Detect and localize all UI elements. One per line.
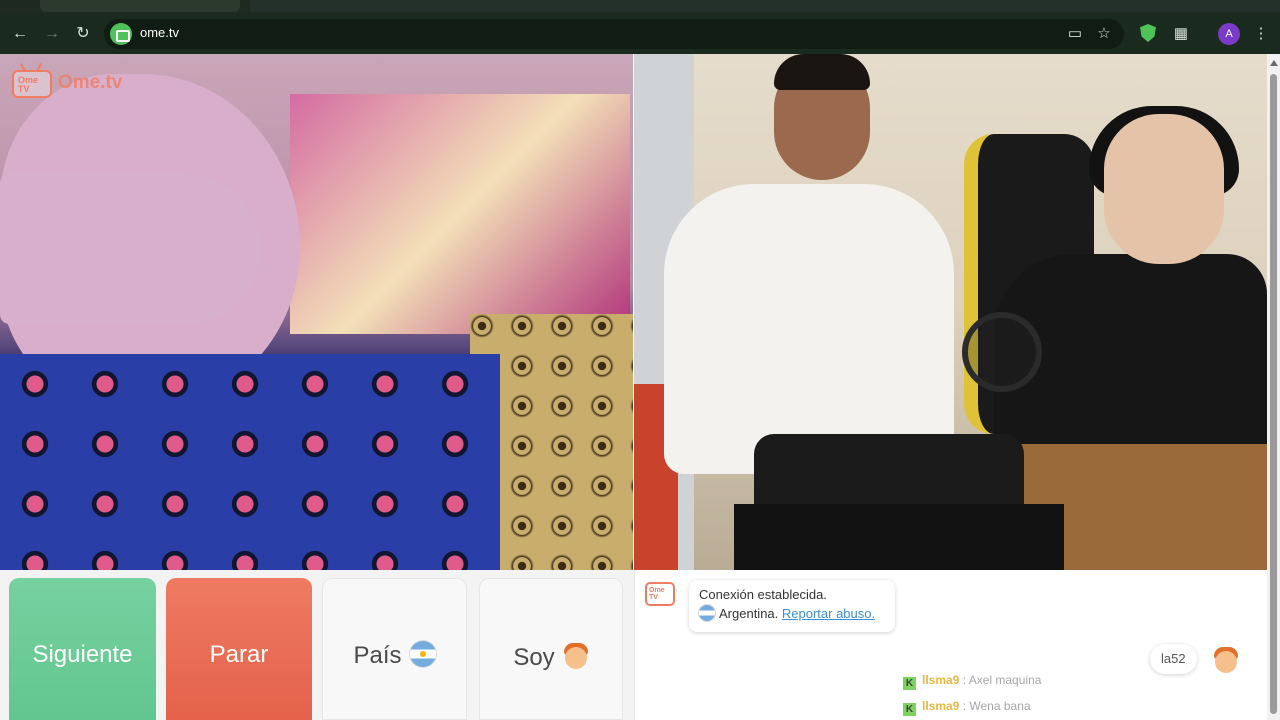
ometv-logo: Ome TV Ome.tv bbox=[12, 64, 132, 98]
chat-message: Kllsma9 : Wena bana bbox=[903, 698, 1031, 716]
boy-icon bbox=[1213, 644, 1239, 674]
video-scene-plush-arm bbox=[0, 174, 260, 324]
connected-text: Conexión establecida. bbox=[699, 587, 827, 602]
video-scene-microphone bbox=[962, 312, 1042, 392]
url-text[interactable]: ome.tv bbox=[140, 25, 179, 40]
local-video: Ome TV Ome.tv bbox=[0, 54, 633, 570]
chat-text: Wena bana bbox=[969, 699, 1031, 713]
logo-badge-text: Ome TV bbox=[18, 75, 39, 94]
address-bar[interactable]: ome.tv bbox=[104, 19, 1124, 49]
gender-label: Soy bbox=[513, 644, 555, 671]
country-button[interactable]: País bbox=[322, 578, 467, 720]
site-info-icon[interactable] bbox=[110, 23, 132, 45]
stop-button[interactable]: Parar bbox=[166, 578, 312, 720]
tv-logo-icon: Ome TV bbox=[12, 70, 52, 98]
video-scene-face-right bbox=[1104, 114, 1224, 264]
boy-icon bbox=[563, 641, 589, 669]
back-icon[interactable]: ← bbox=[10, 24, 30, 44]
browser-toolbar: ← → ↻ ome.tv ▭ ☆ ▦ A ⋮ bbox=[0, 14, 1280, 54]
chat-separator: : bbox=[959, 673, 969, 687]
chat-separator: : bbox=[959, 699, 970, 713]
peer-tag: la52 bbox=[1150, 644, 1197, 674]
chat-username: llsma9 bbox=[922, 673, 960, 687]
chat-logo-text: Ome TV bbox=[649, 587, 665, 601]
report-abuse-link[interactable]: Reportar abuso. bbox=[782, 606, 875, 621]
extensions-icon[interactable]: ▦ bbox=[1170, 23, 1192, 45]
shield-icon[interactable] bbox=[1140, 24, 1156, 42]
gender-button[interactable]: Soy bbox=[479, 578, 623, 720]
remote-video bbox=[634, 54, 1267, 570]
stop-label: Parar bbox=[209, 641, 269, 668]
tab-strip bbox=[0, 0, 1280, 14]
video-scene-keyboard bbox=[734, 504, 1064, 570]
argentina-flag-icon bbox=[699, 605, 715, 621]
chat-panel: Ome TV Conexión establecida. Argentina. … bbox=[634, 570, 1267, 720]
video-scene-hair-left bbox=[774, 54, 870, 90]
country-line: Argentina. Reportar abuso. bbox=[699, 604, 885, 624]
chat-username: llsma9 bbox=[922, 699, 960, 713]
chat-message: Kllsma9 : Axel maquina bbox=[903, 672, 1041, 690]
tab-strip-background bbox=[250, 0, 1280, 12]
scroll-up-icon[interactable] bbox=[1270, 60, 1278, 66]
page-scrollbar[interactable] bbox=[1267, 54, 1280, 720]
video-scene-fabric bbox=[0, 354, 500, 570]
active-tab[interactable] bbox=[40, 0, 240, 12]
logo-wordmark: Ome.tv bbox=[58, 72, 123, 93]
next-label: Siguiente bbox=[32, 641, 133, 668]
star-icon[interactable]: ☆ bbox=[1093, 23, 1115, 45]
avatar[interactable]: A bbox=[1218, 23, 1240, 45]
argentina-flag-icon bbox=[409, 641, 436, 667]
country-text: Argentina. bbox=[719, 606, 779, 621]
scroll-thumb[interactable] bbox=[1270, 74, 1277, 714]
system-message: Conexión establecida. Argentina. Reporta… bbox=[689, 580, 895, 632]
forward-icon[interactable]: → bbox=[42, 24, 62, 44]
kick-icon: K bbox=[903, 703, 916, 716]
video-scene-blanket bbox=[290, 94, 630, 334]
kick-icon: K bbox=[903, 677, 916, 690]
install-app-icon[interactable]: ▭ bbox=[1064, 23, 1086, 45]
country-label: País bbox=[353, 642, 402, 669]
control-panel: Siguiente Parar País Soy bbox=[0, 570, 634, 720]
menu-icon[interactable]: ⋮ bbox=[1250, 23, 1272, 45]
chat-text: Axel maquina bbox=[968, 673, 1042, 687]
tv-logo-icon: Ome TV bbox=[645, 582, 675, 606]
reload-icon[interactable]: ↻ bbox=[73, 24, 93, 44]
video-scene-person-left bbox=[664, 184, 954, 474]
next-button[interactable]: Siguiente bbox=[9, 578, 156, 720]
